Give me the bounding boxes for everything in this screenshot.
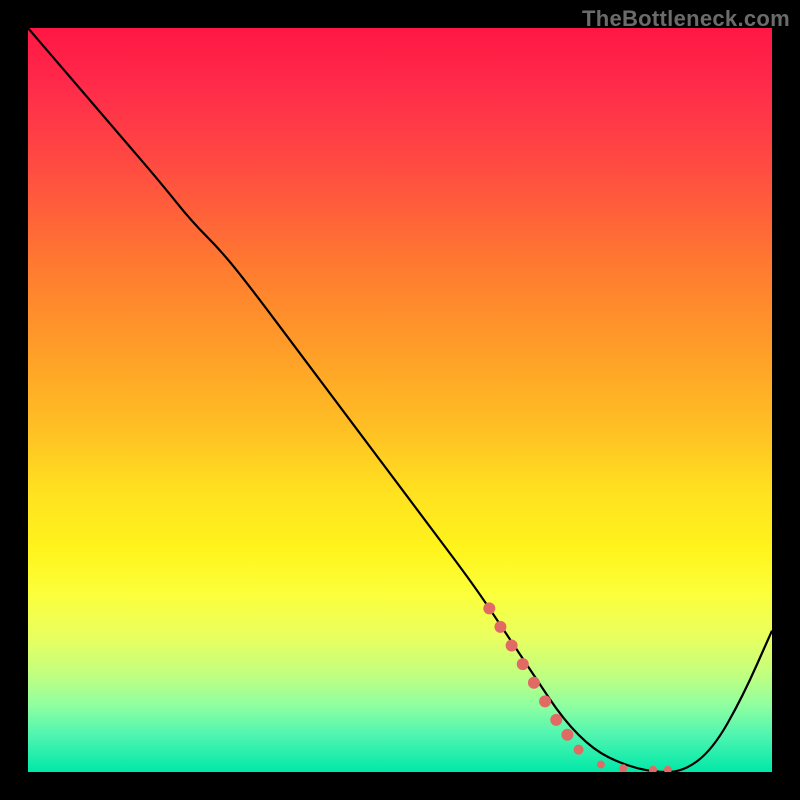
marker-dot (619, 764, 627, 772)
marker-dot (494, 621, 506, 633)
plot-area (28, 28, 772, 772)
marker-dot (517, 658, 529, 670)
marker-dot (539, 695, 551, 707)
marker-dot (597, 761, 605, 769)
marker-dot (528, 677, 540, 689)
marker-group (483, 602, 672, 772)
marker-dot (649, 766, 657, 772)
marker-dot (550, 714, 562, 726)
chart-frame: TheBottleneck.com (0, 0, 800, 800)
marker-dot (574, 745, 584, 755)
curve-line (28, 28, 772, 772)
chart-svg (28, 28, 772, 772)
marker-dot (483, 602, 495, 614)
marker-dot (664, 766, 672, 772)
marker-dot (561, 729, 573, 741)
marker-dot (506, 640, 518, 652)
